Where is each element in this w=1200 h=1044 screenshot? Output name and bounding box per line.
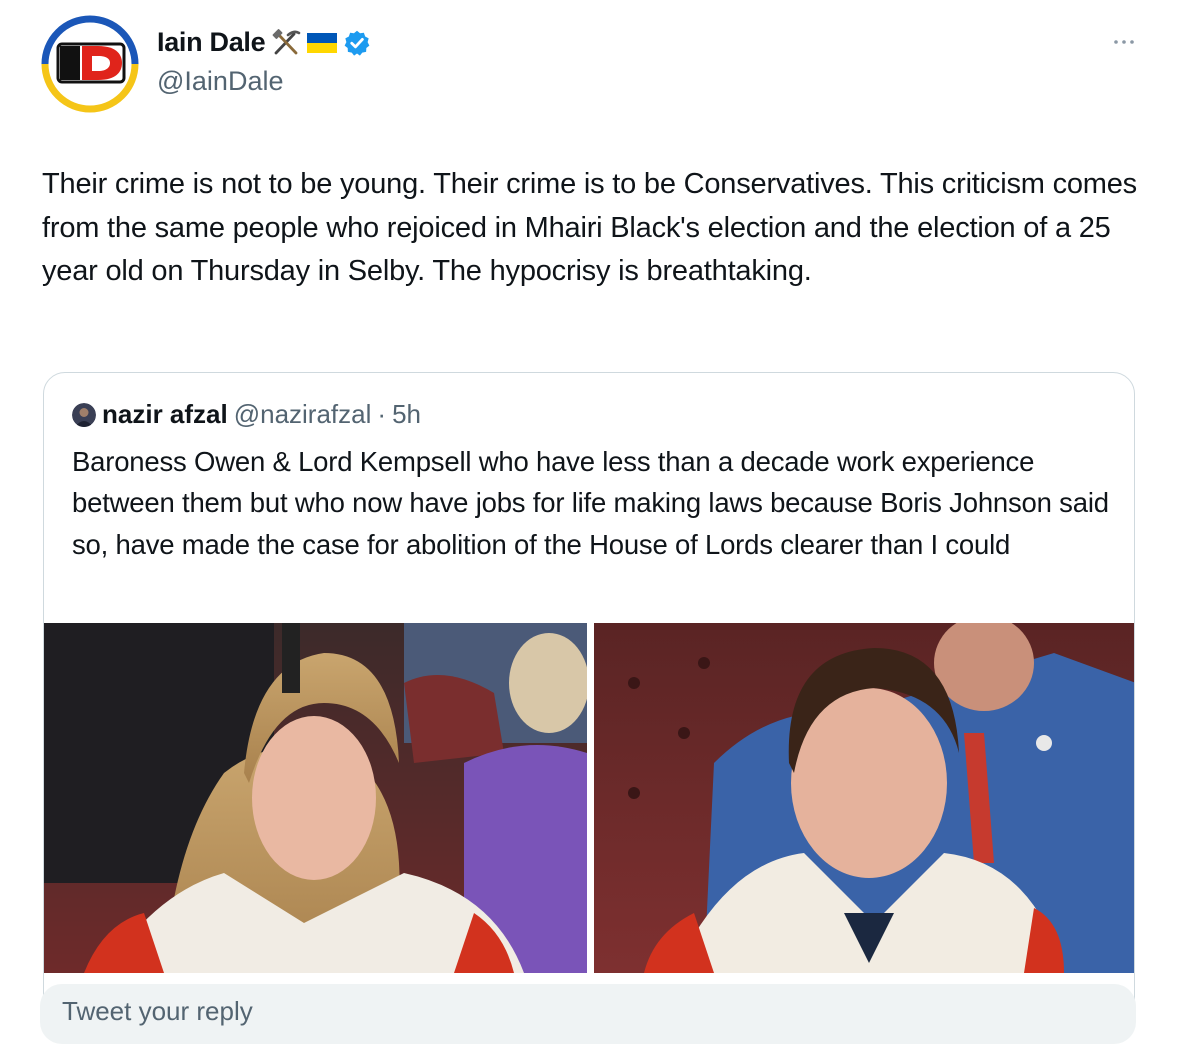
quoted-author-name[interactable]: nazir afzal [102,399,228,430]
quoted-author-avatar[interactable] [72,402,96,427]
iain-dale-logo [41,15,139,113]
quoted-tweet-card[interactable]: nazir afzal @nazirafzal · 5h Baroness Ow… [43,372,1135,1032]
quoted-tweet-text: Baroness Owen & Lord Kempsell who have l… [72,446,1109,560]
more-options-button[interactable] [1108,30,1140,54]
ukraine-flag-icon [307,32,338,53]
author-name[interactable]: Iain Dale [157,27,266,58]
reply-placeholder: Tweet your reply [62,996,253,1026]
reply-input[interactable]: Tweet your reply [40,984,1136,1044]
verified-badge-icon [344,30,370,56]
tweet-text: Their crime is not to be young. Their cr… [42,168,1137,287]
author-name-row: Iain Dale [157,27,371,58]
quoted-separator: · [377,399,387,429]
photo-woman-in-robes [44,623,587,973]
author-avatar[interactable] [40,14,140,114]
hammer-and-pick-icon [272,28,301,54]
quoted-media-photo-left[interactable] [44,623,587,973]
quoted-avatar-photo [72,402,96,427]
photo-man-in-robes [594,623,1134,973]
more-horizontal-icon [1114,40,1134,44]
quoted-media-photo-right[interactable] [594,623,1134,973]
quoted-timestamp[interactable]: 5h [392,399,421,430]
author-handle[interactable]: @IainDale [157,66,283,97]
quoted-tweet-header: nazir afzal @nazirafzal · 5h [72,399,421,430]
quoted-author-handle[interactable]: @nazirafzal [234,399,372,430]
